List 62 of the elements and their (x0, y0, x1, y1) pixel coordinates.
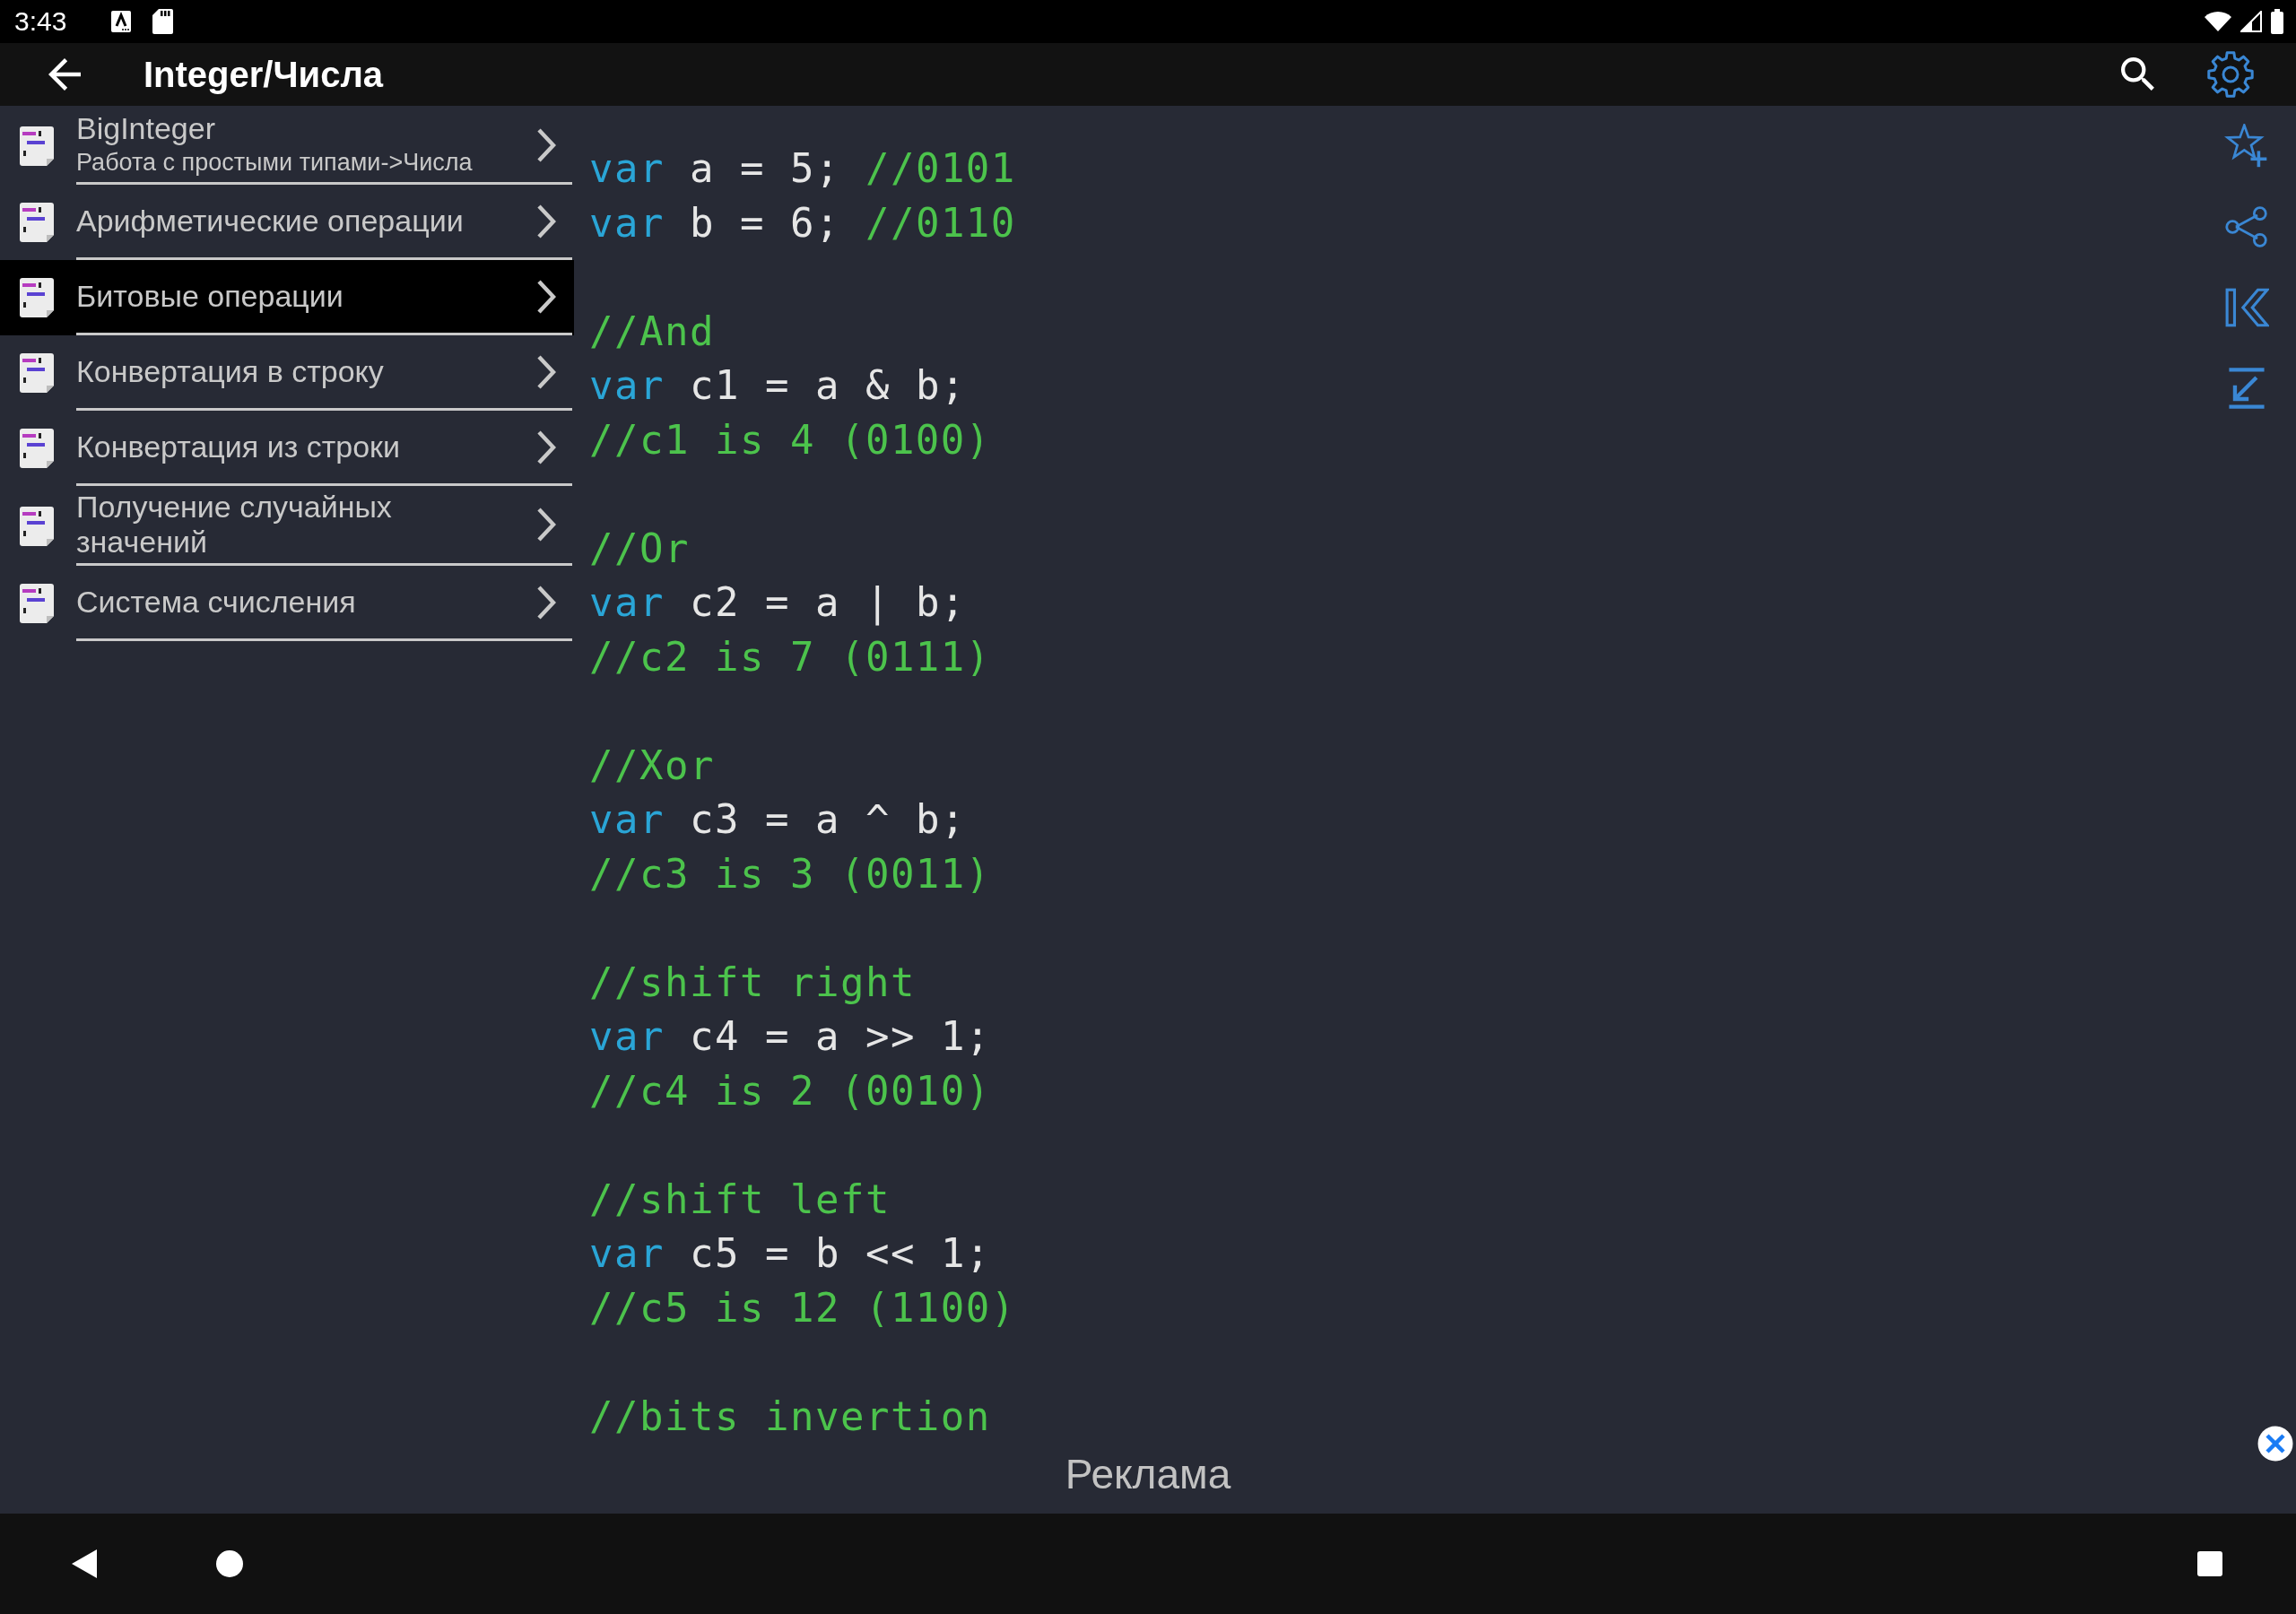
code-line: //Or (589, 524, 690, 573)
code-line: var c2 = a | b; (589, 578, 966, 628)
code-line: //shift right (589, 958, 916, 1007)
star-plus-icon[interactable] (2224, 124, 2269, 169)
wifi-icon (2205, 12, 2231, 31)
code-line: //And (589, 307, 715, 356)
code-line: //c3 is 3 (0011) (589, 849, 991, 898)
chevron-right-icon (536, 429, 556, 465)
code-file-icon (20, 506, 54, 546)
ad-label: Реклама (1065, 1450, 1231, 1498)
sidebar-item[interactable]: Конвертация из строки (0, 411, 574, 486)
chevron-right-icon (536, 278, 556, 315)
code-line: var c4 = a >> 1; (589, 1012, 991, 1061)
code-line: var c3 = a ^ b; (589, 795, 966, 844)
item-title: Арифметические операции (76, 204, 464, 239)
code-line: //bits invertion (589, 1392, 991, 1441)
search-icon[interactable] (2121, 57, 2155, 91)
item-title: Битовые операции (76, 279, 344, 314)
battery-icon (2271, 9, 2283, 34)
close-icon[interactable] (2257, 1426, 2293, 1462)
code-file-icon (20, 353, 54, 393)
nav-home-icon[interactable] (216, 1550, 243, 1577)
nav-back-icon[interactable] (72, 1549, 97, 1578)
code-line: //Xor (589, 741, 715, 790)
item-title: BigInteger (76, 111, 215, 146)
sd-card-icon (152, 9, 174, 34)
code-line: var a = 5; //0101 (589, 144, 1016, 193)
code-line: var c5 = b << 1; (589, 1229, 991, 1278)
code-file-icon (20, 203, 54, 242)
sidebar-item[interactable]: BigInteger Работа с простыми типами->Числа (0, 108, 574, 185)
sidebar-item[interactable]: Получение случайных значений (0, 486, 574, 566)
item-title: Конвертация из строки (76, 430, 400, 464)
code-file-icon (20, 429, 54, 468)
item-title: Конвертация в строку (76, 354, 384, 389)
notification-icon (111, 11, 132, 32)
code-file-icon (20, 278, 54, 317)
item-title: Получение случайных значений (76, 490, 393, 560)
code-line: var b = 6; //0110 (589, 198, 1016, 247)
code-line: //c1 is 4 (0100) (589, 415, 991, 464)
signal-icon (2240, 11, 2262, 32)
share-icon[interactable] (2224, 204, 2269, 249)
code-line: //c5 is 12 (1100) (589, 1283, 1016, 1332)
code-line: //shift left (589, 1175, 891, 1224)
sidebar-item[interactable]: Система счисления (0, 566, 574, 641)
sidebar-item[interactable]: Битовые операции (0, 260, 574, 335)
status-time: 3:43 (14, 6, 67, 37)
item-title: Система счисления (76, 585, 356, 620)
item-subtitle: Работа с простыми типами->Числа (76, 148, 473, 178)
chevron-right-icon (536, 507, 556, 542)
code-line: var c1 = a & b; (589, 361, 966, 410)
code-line: //c4 is 2 (0010) (589, 1066, 991, 1115)
chevron-right-icon (536, 353, 556, 390)
back-arrow-icon[interactable] (48, 58, 81, 91)
code-file-icon (20, 584, 54, 623)
settings-icon[interactable] (2206, 50, 2255, 99)
sidebar-item[interactable]: Конвертация в строку (0, 335, 574, 411)
code-file-icon (20, 126, 54, 166)
chevron-right-icon (536, 203, 556, 239)
code-line: //c2 is 7 (0111) (589, 632, 991, 681)
chevron-right-icon (536, 584, 556, 620)
chevron-right-icon (536, 126, 556, 163)
screen-title: Integer/Числа (144, 54, 384, 95)
